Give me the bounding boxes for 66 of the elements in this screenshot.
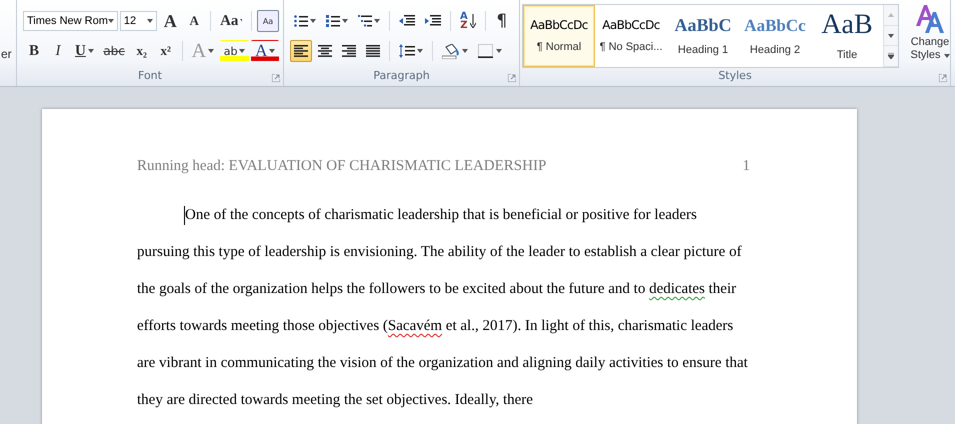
- dialog-launcher-icon[interactable]: [939, 74, 947, 82]
- caret-icon: [147, 19, 154, 23]
- more-styles-button[interactable]: [884, 46, 898, 68]
- running-head: Running head: EVALUATION OF CHARISMATIC LEADERSHIP: [137, 157, 546, 176]
- font-name-field[interactable]: Times New Rom: [23, 11, 118, 31]
- page-number: 1: [742, 157, 750, 176]
- clear-formatting-button[interactable]: Aa: [257, 10, 280, 32]
- caret-icon: [108, 19, 114, 23]
- paint-bucket-icon: [442, 44, 460, 58]
- caret-icon: [496, 49, 502, 53]
- caret-icon: [310, 19, 316, 23]
- numbered-list-icon: [326, 15, 340, 27]
- group-label: Styles: [717, 68, 753, 84]
- style-item[interactable]: AaBbCcDc ¶ Normal: [523, 5, 595, 67]
- caret-icon: [240, 19, 242, 23]
- multilevel-list-icon: [358, 15, 372, 27]
- up-arrow-icon: [888, 12, 894, 17]
- caret-icon: [374, 19, 380, 23]
- group-label: Paragraph: [372, 68, 431, 84]
- outdent-icon: [399, 15, 415, 27]
- dialog-launcher-icon[interactable]: [508, 74, 516, 82]
- align-icon: [318, 45, 332, 57]
- underline-button[interactable]: U: [71, 40, 98, 62]
- italic-button[interactable]: I: [47, 40, 69, 62]
- align-icon: [294, 45, 308, 57]
- style-item[interactable]: AaBbCcDc ¶ No Spaci...: [595, 5, 667, 67]
- caret-icon: [462, 49, 468, 53]
- scroll-down-button[interactable]: [884, 26, 898, 46]
- dialog-launcher-icon[interactable]: [272, 74, 280, 82]
- align-button[interactable]: [290, 40, 312, 62]
- highlight-button[interactable]: ab: [220, 40, 250, 62]
- align-icon: [366, 45, 380, 57]
- body-paragraph: One of the concepts of charismatic leadership that is beneficial or positive for leaders pursuing this type of leadership is envisioning. The ability of the leader to establish a clear picture of the goals of the organization helps the followers to be excited about the future and to dedicates their efforts towards meeting those objectives (Sacavém et al., 2017). In light of this, charismatic leaders are vibrant in communicating the vision of the organization and aligning daily activities to ensure that they are directed towards meeting the set objectives. Ideally, there: [137, 205, 749, 410]
- caret-icon: [417, 49, 423, 53]
- expand-icon: [888, 53, 894, 60]
- style-item[interactable]: AaBbC Heading 1: [667, 5, 739, 67]
- bullet-list-icon: [294, 15, 308, 27]
- caret-icon: [342, 19, 348, 23]
- down-arrow-icon: [470, 14, 476, 28]
- indent-icon: [425, 15, 441, 27]
- subscript-button[interactable]: x₂: [130, 40, 153, 62]
- font-size-field[interactable]: 12: [120, 11, 158, 31]
- borders-icon: [478, 44, 494, 58]
- align-icon: [342, 45, 356, 57]
- bold-button[interactable]: B: [23, 40, 45, 62]
- style-item[interactable]: AaB Title: [811, 5, 883, 67]
- style-item[interactable]: AaBbCc Heading 2: [739, 5, 811, 67]
- line-spacing-icon: [399, 44, 415, 58]
- caret-icon: [239, 49, 246, 53]
- group-label: Font: [137, 68, 163, 84]
- caret-icon: [944, 54, 950, 58]
- change-styles-button[interactable]: Change Styles: [905, 0, 955, 68]
- shrink-font-button[interactable]: A: [183, 10, 206, 32]
- strikethrough-button[interactable]: abc: [100, 40, 129, 62]
- ribbon-label: er: [1, 47, 13, 61]
- caret-icon: [208, 49, 214, 53]
- grow-font-button[interactable]: A: [159, 10, 182, 32]
- sort-button[interactable]: A Z: [456, 10, 480, 32]
- caret-icon: [269, 49, 275, 53]
- show-formatting-button[interactable]: ¶: [490, 10, 513, 32]
- font-color-button[interactable]: A: [251, 40, 279, 62]
- change-case-button[interactable]: Aa: [216, 10, 246, 32]
- superscript-button[interactable]: x²: [154, 40, 177, 62]
- caret-icon: [88, 49, 94, 53]
- change-styles-icon: [915, 4, 945, 34]
- caret-icon: [888, 34, 894, 38]
